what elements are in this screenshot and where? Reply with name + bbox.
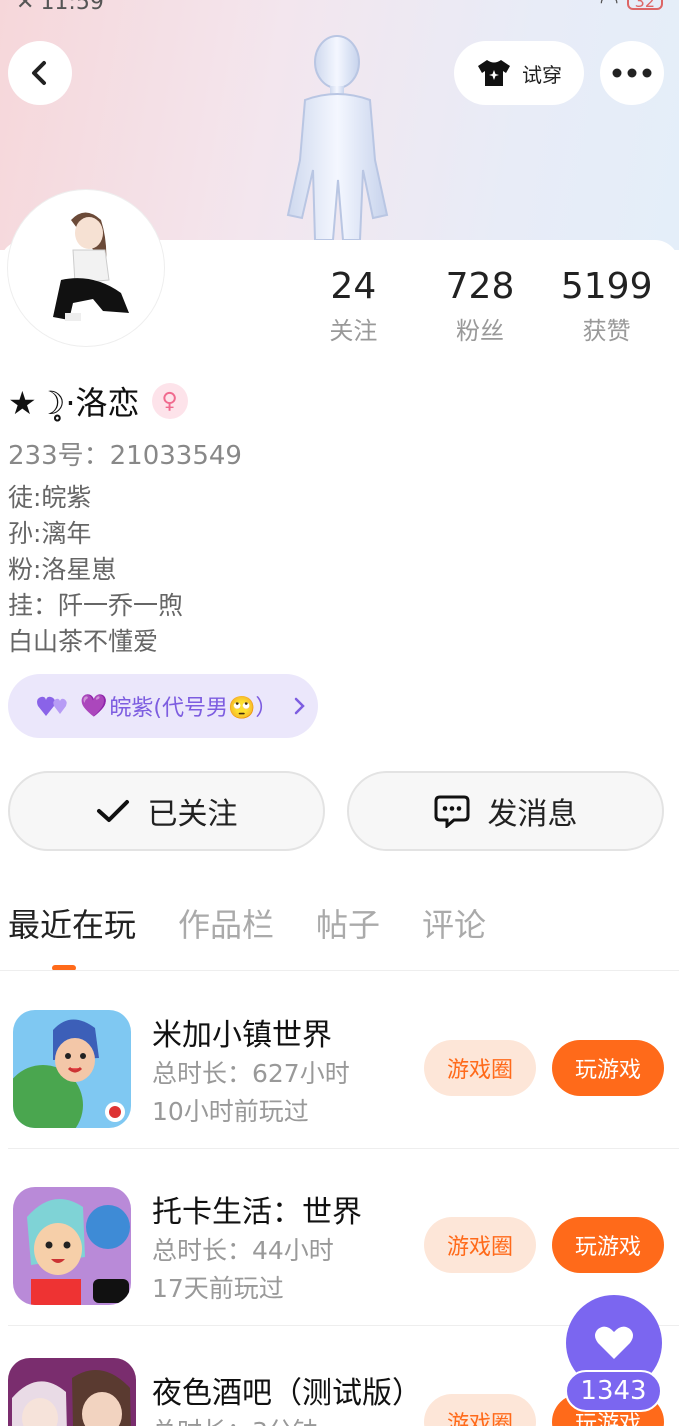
avatar-image <box>13 195 159 341</box>
cp-tag-pill[interactable]: 💜 皖紫(代号男🙄） <box>8 674 318 738</box>
game-circle-button[interactable]: 游戏圈 <box>424 1394 536 1426</box>
profile-tabs: 最近在玩 作品栏 帖子 评论 <box>8 900 486 946</box>
game-title: 托卡生活：世界 <box>152 1195 362 1230</box>
tab-recently-played[interactable]: 最近在玩 <box>8 900 136 946</box>
stat-value: 24 <box>330 266 377 307</box>
double-heart-icon <box>37 696 67 716</box>
back-button[interactable] <box>8 41 72 105</box>
avatar-figure-silhouette <box>286 35 389 241</box>
bio-line: 徒:皖紫 <box>8 483 92 512</box>
more-dots-icon <box>612 68 652 78</box>
game-title: 夜色酒吧（测试版） <box>152 1376 422 1411</box>
stat-label: 获赞 <box>582 317 631 345</box>
try-on-button[interactable]: 试穿 <box>454 41 584 105</box>
game-last-played: 17天前玩过 <box>152 1274 284 1303</box>
game-icon <box>8 1358 136 1426</box>
game-title: 米加小镇世界 <box>152 1018 332 1053</box>
wifi-icon: ◠ <box>599 0 619 15</box>
female-gender-icon: ♀ <box>151 383 188 419</box>
battery-indicator: 32 <box>626 0 663 11</box>
notification-icon: ✕ <box>16 0 35 15</box>
like-count: 1343 <box>565 1370 662 1412</box>
send-message-label: 发消息 <box>487 797 578 832</box>
game-circle-button[interactable]: 游戏圈 <box>424 1217 536 1273</box>
heart-icon <box>595 1326 633 1359</box>
checkmark-icon <box>96 800 129 822</box>
game-duration: 总时长：3分钟 <box>152 1412 318 1426</box>
game-last-played: 10小时前玩过 <box>152 1097 309 1126</box>
stat-value: 728 <box>445 266 515 307</box>
avatar[interactable] <box>8 190 164 346</box>
game-duration: 总时长：44小时 <box>152 1236 334 1265</box>
bio-line: 孙:漓年 <box>8 519 92 548</box>
chevron-left-icon <box>32 61 46 85</box>
nickname: ★☽̥̥·洛恋 <box>8 384 140 422</box>
send-message-button[interactable]: 发消息 <box>347 771 664 851</box>
status-time: 11:59 <box>40 0 104 15</box>
game-icon <box>13 1010 131 1128</box>
tab-works[interactable]: 作品栏 <box>178 900 274 946</box>
game-icon <box>13 1187 131 1305</box>
status-bar: ✕ 11:59 ◠ 32 <box>0 0 679 16</box>
more-options-button[interactable] <box>600 41 664 105</box>
tag-emoji: 💜 <box>80 693 108 719</box>
name-row: ★☽̥̥·洛恋 ♀ <box>8 378 188 424</box>
stat-likes[interactable]: 5199 获赞 <box>543 265 670 346</box>
bio-line: 挂：阡一乔一煦 <box>8 591 184 620</box>
stat-value: 5199 <box>560 266 653 307</box>
profile-stats: 24 关注 728 粉丝 5199 获赞 <box>290 265 670 346</box>
stat-label: 关注 <box>329 317 378 345</box>
game-duration: 总时长：627小时 <box>152 1059 350 1088</box>
bio-line: 白山茶不懂爱 <box>8 627 159 656</box>
followed-label: 已关注 <box>147 797 238 832</box>
game-list-item[interactable]: 托卡生活：世界 总时长：44小时 17天前玩过 游戏圈 玩游戏 <box>0 1149 679 1326</box>
divider <box>0 970 679 971</box>
tab-posts[interactable]: 帖子 <box>316 900 380 946</box>
try-on-label: 试穿 <box>522 62 562 87</box>
game-circle-button[interactable]: 游戏圈 <box>424 1040 536 1096</box>
tag-text: 皖紫(代号男🙄） <box>109 696 278 721</box>
chevron-right-icon <box>295 697 306 715</box>
tshirt-icon <box>478 60 510 86</box>
bio-line: 粉:洛星崽 <box>8 555 117 584</box>
stat-following[interactable]: 24 关注 <box>290 265 417 346</box>
followed-button[interactable]: 已关注 <box>8 771 325 851</box>
play-game-button[interactable]: 玩游戏 <box>552 1217 664 1273</box>
stat-followers[interactable]: 728 粉丝 <box>417 265 544 346</box>
chat-bubble-icon <box>434 795 469 828</box>
play-game-button[interactable]: 玩游戏 <box>552 1040 664 1096</box>
user-id: 233号：21033549 <box>8 441 242 471</box>
tab-comments[interactable]: 评论 <box>422 900 486 946</box>
stat-label: 粉丝 <box>456 317 504 345</box>
game-list-item[interactable]: 米加小镇世界 总时长：627小时 10小时前玩过 游戏圈 玩游戏 <box>0 972 679 1149</box>
bio: 徒:皖紫 孙:漓年 粉:洛星崽 挂：阡一乔一煦 白山茶不懂爱 <box>8 480 183 660</box>
